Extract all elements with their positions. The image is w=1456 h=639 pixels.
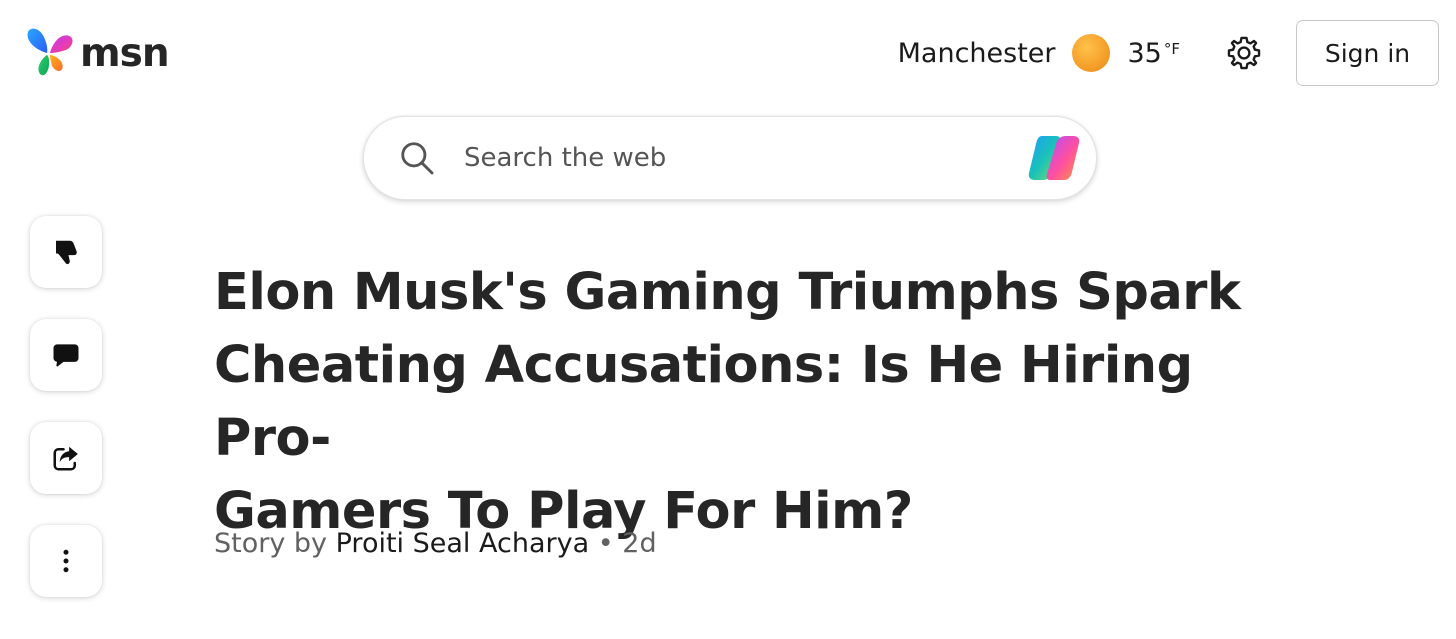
- logo-text: msn: [80, 30, 170, 76]
- share-button[interactable]: [30, 422, 102, 494]
- comments-button[interactable]: [30, 319, 102, 391]
- weather-temperature[interactable]: 35 °F: [1128, 38, 1181, 69]
- byline-prefix: Story by: [214, 528, 328, 559]
- article-title-line: Cheating Accusations: Is He Hiring Pro-: [214, 336, 1193, 468]
- article-age: 2d: [622, 528, 657, 559]
- thumbs-down-icon: [56, 240, 77, 265]
- search-input[interactable]: [464, 143, 984, 173]
- settings-button[interactable]: [1224, 33, 1264, 73]
- byline-separator: •: [597, 528, 614, 559]
- copilot-icon[interactable]: [1026, 132, 1082, 184]
- author-link[interactable]: Proiti Seal Acharya: [336, 528, 590, 559]
- dislike-button[interactable]: [30, 216, 102, 288]
- search-icon[interactable]: [398, 139, 436, 177]
- search-bar: [363, 116, 1097, 200]
- gear-icon: [1227, 36, 1261, 70]
- weather-location[interactable]: Manchester: [898, 38, 1056, 69]
- temperature-value: 35: [1127, 37, 1162, 69]
- comment-icon: [53, 344, 79, 367]
- more-vertical-icon: [63, 549, 69, 573]
- butterfly-logo-icon: [27, 28, 73, 76]
- sign-in-button[interactable]: Sign in: [1296, 20, 1439, 86]
- article-byline: Story by Proiti Seal Acharya • 2d: [214, 528, 657, 559]
- article-title-line: Elon Musk's Gaming Triumphs Spark: [214, 263, 1241, 322]
- share-icon: [53, 446, 78, 471]
- temperature-unit: °F: [1163, 39, 1180, 58]
- article-title: Elon Musk's Gaming Triumphs Spark Cheati…: [214, 256, 1314, 548]
- more-options-button[interactable]: [30, 525, 102, 597]
- sun-icon[interactable]: [1071, 34, 1110, 72]
- msn-logo[interactable]: msn: [20, 24, 170, 82]
- header-controls: Manchester 35 °F Sign in: [898, 18, 1439, 88]
